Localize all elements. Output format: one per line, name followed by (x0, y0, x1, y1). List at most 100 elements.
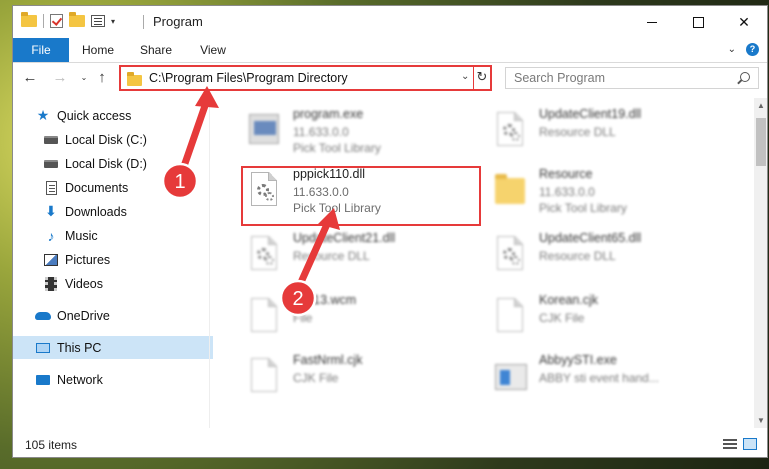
file-item[interactable]: program.exe 11.633.0.0 Pick Tool Library (241, 104, 471, 158)
file-name: UpdateClient19.dll (539, 107, 642, 121)
refresh-icon[interactable]: ↻ (473, 65, 490, 91)
separator (43, 14, 44, 28)
forward-arrow-icon[interactable]: → (51, 69, 69, 87)
view-buttons (723, 438, 757, 450)
star-icon: ★ (36, 107, 50, 123)
sidebar-item-label: Videos (65, 276, 103, 291)
scroll-down-icon[interactable]: ▼ (757, 416, 765, 425)
tab-share[interactable]: Share (133, 38, 179, 62)
folder-icon (21, 12, 37, 27)
tab-view[interactable]: View (193, 38, 233, 62)
ribbon: File Home Share View ⌄ ? (13, 38, 767, 63)
properties-check-icon[interactable] (50, 14, 63, 28)
details-view-icon[interactable] (723, 438, 737, 450)
dll-file-icon (493, 110, 529, 150)
maximize-button[interactable] (675, 6, 721, 38)
tiles-view-icon[interactable] (743, 438, 757, 450)
file-type: Resource DLL (539, 125, 616, 139)
sidebar-item-label: OneDrive (57, 308, 110, 323)
sidebar-item-local-disk-d[interactable]: Local Disk (D:) 📌 (13, 152, 238, 175)
address-dropdown-icon[interactable]: ⌄ (461, 71, 469, 82)
sidebar-item-local-disk-c[interactable]: Local Disk (C:) 📌 (13, 128, 238, 151)
file-type: CJK File (539, 311, 585, 325)
folder-icon (493, 170, 529, 210)
file-item[interactable]: UpdateClient65.dll Resource DLL (487, 228, 717, 282)
file-name: AbbyySTI.exe (539, 353, 617, 367)
scroll-thumb[interactable] (756, 118, 766, 166)
status-bar: 105 items (13, 430, 767, 457)
window-title: Program (153, 14, 203, 29)
onedrive-icon (35, 309, 51, 323)
file-item[interactable]: AbbyySTI.exe ABBY sti event hand... (487, 350, 717, 404)
file-name: WP13.wcm (293, 293, 357, 307)
music-icon: ♪ (47, 227, 55, 244)
address-path[interactable]: C:\Program Files\Program Directory (149, 71, 348, 85)
file-name: program.exe (293, 107, 364, 121)
blank-file-icon (247, 296, 283, 336)
sidebar-item-onedrive[interactable]: OneDrive (13, 304, 228, 327)
disk-icon (43, 133, 59, 147)
close-icon: ✕ (738, 13, 750, 30)
address-bar[interactable]: C:\Program Files\Program Directory ⌄ ↻ (119, 65, 492, 91)
file-item[interactable]: WP13.wcm File (241, 290, 471, 344)
file-item[interactable]: FastNrml.cjk CJK File (241, 350, 471, 404)
search-placeholder[interactable]: Search Program (514, 71, 605, 85)
file-description: Pick Tool Library (293, 141, 381, 155)
title-separator (143, 15, 144, 29)
new-folder-icon[interactable] (69, 12, 85, 27)
scroll-up-icon[interactable]: ▲ (757, 101, 765, 110)
vertical-scrollbar[interactable]: ▲ ▼ (754, 98, 767, 428)
file-item-pppick110-dll[interactable]: pppick110.dll 11.633.0.0 Pick Tool Libra… (241, 164, 471, 218)
navigation-bar: ← → ⌄ ↑ C:\Program Files\Program Directo… (13, 63, 767, 95)
file-type: Resource DLL (293, 249, 370, 263)
search-box[interactable]: Search Program (505, 67, 759, 89)
customize-toolbar-icon[interactable] (91, 15, 105, 27)
minimize-button[interactable] (629, 6, 675, 38)
sidebar-item-videos[interactable]: Videos 📌 (13, 272, 238, 295)
title-bar: ▾ Program ✕ (13, 6, 767, 38)
toolbar-dropdown-icon[interactable]: ▾ (111, 17, 115, 26)
ribbon-right-controls: ⌄ ? (728, 43, 759, 56)
file-name: pppick110.dll (293, 167, 366, 181)
exe-icon (247, 110, 283, 150)
close-button[interactable]: ✕ (721, 6, 767, 38)
documents-icon (43, 180, 59, 195)
item-count: 105 items (25, 438, 78, 452)
navigation-pane: ★ Quick access Local Disk (C:) 📌 Local D… (13, 98, 238, 428)
blank-file-icon (247, 356, 283, 396)
expand-ribbon-icon[interactable]: ⌄ (728, 44, 736, 55)
file-name: Korean.cjk (539, 293, 599, 307)
file-item[interactable]: UpdateClient19.dll Resource DLL (487, 104, 717, 158)
sidebar-item-quick-access[interactable]: ★ Quick access (13, 104, 228, 127)
sidebar-item-label: Pictures (65, 252, 111, 267)
sidebar-item-documents[interactable]: Documents 📌 (13, 176, 238, 199)
sidebar-item-pictures[interactable]: Pictures 📌 (13, 248, 238, 271)
minimize-icon (647, 21, 657, 23)
sidebar-item-this-pc[interactable]: This PC (13, 336, 228, 359)
quick-access-toolbar: ▾ (21, 12, 115, 28)
pane-divider[interactable] (209, 98, 210, 428)
file-description: Pick Tool Library (293, 201, 381, 215)
sidebar-item-downloads[interactable]: ⬇ Downloads 📌 (13, 200, 238, 223)
explorer-window: ▾ Program ✕ File Home Share View ⌄ ? ← →… (12, 5, 768, 458)
file-name: UpdateClient65.dll (539, 231, 642, 245)
file-version: 11.633.0.0 (539, 185, 595, 199)
search-icon (740, 72, 750, 82)
recent-locations-icon[interactable]: ⌄ (75, 69, 93, 87)
file-item[interactable]: Korean.cjk CJK File (487, 290, 717, 344)
tab-file[interactable]: File (13, 38, 69, 62)
tab-home[interactable]: Home (75, 38, 121, 62)
back-arrow-icon[interactable]: ← (21, 69, 39, 87)
sidebar-item-label: Documents (65, 180, 129, 195)
address-folder-icon (127, 72, 142, 86)
sidebar-item-label: This PC (57, 340, 102, 355)
sidebar-item-music[interactable]: ♪ Music 📌 (13, 224, 239, 247)
up-arrow-icon[interactable]: ↑ (93, 69, 111, 87)
sidebar-item-network[interactable]: Network (13, 368, 228, 391)
downloads-icon: ⬇ (45, 203, 57, 219)
file-name: Resource (539, 167, 593, 181)
help-icon[interactable]: ? (746, 43, 759, 56)
file-item[interactable]: Resource 11.633.0.0 Pick Tool Library (487, 164, 717, 218)
file-item[interactable]: UpdateClient21.dll Resource DLL (241, 228, 471, 282)
file-name: FastNrml.cjk (293, 353, 363, 367)
